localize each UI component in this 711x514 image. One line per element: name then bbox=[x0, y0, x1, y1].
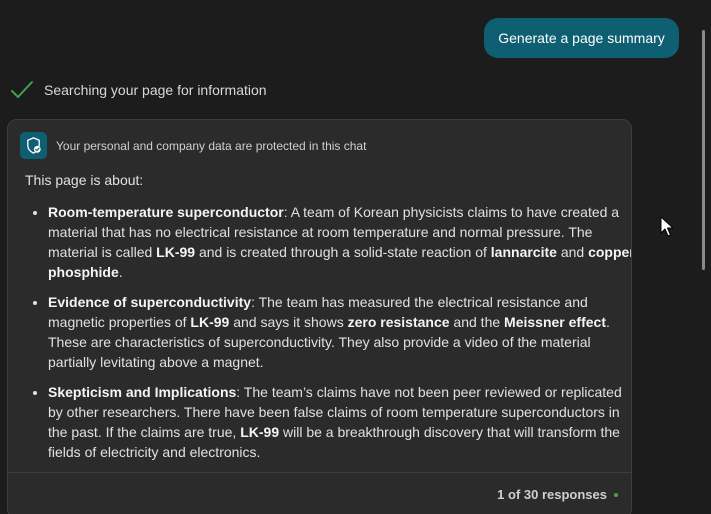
summary-item: Room-temperature superconductor: A team … bbox=[48, 202, 631, 282]
summary-bold-text: Room-temperature superconductor bbox=[48, 204, 284, 220]
chat-panel: Generate a page summary Searching your p… bbox=[0, 0, 711, 514]
user-message-bubble[interactable]: Generate a page summary bbox=[484, 18, 679, 58]
summary-text: . bbox=[118, 264, 123, 280]
summary-item: Skepticism and Implications: The team’s … bbox=[48, 382, 631, 462]
status-dot bbox=[614, 492, 618, 497]
scrollbar-thumb[interactable] bbox=[702, 30, 705, 270]
summary-bold-text: LK-99 bbox=[190, 314, 230, 330]
answer-footer: 1 of 30 responses bbox=[8, 472, 631, 514]
summary-bold-text: lannarcite bbox=[490, 244, 557, 260]
answer-card: Your personal and company data are prote… bbox=[7, 119, 632, 514]
mouse-cursor-icon bbox=[660, 216, 674, 237]
summary-text: and says it shows bbox=[229, 314, 348, 330]
summary-list: Room-temperature superconductor: A team … bbox=[25, 202, 631, 472]
shield-icon bbox=[20, 132, 47, 159]
summary-bold-text: Skepticism and Implications bbox=[48, 384, 237, 400]
response-counter-text: 1 of 30 responses bbox=[497, 487, 607, 502]
privacy-notice: Your personal and company data are prote… bbox=[20, 132, 366, 159]
summary-bold-text: Meissner effect bbox=[504, 314, 606, 330]
summary-bold-text: zero resistance bbox=[347, 314, 450, 330]
summary-text: and bbox=[556, 244, 589, 260]
user-message-text: Generate a page summary bbox=[498, 30, 665, 46]
summary-bold-text: LK-99 bbox=[156, 244, 196, 260]
summary-text: and is created through a solid-state rea… bbox=[195, 244, 491, 260]
summary-item: Evidence of superconductivity: The team … bbox=[48, 292, 631, 372]
search-status: Searching your page for information bbox=[10, 78, 267, 102]
response-counter: 1 of 30 responses bbox=[497, 487, 618, 502]
check-icon bbox=[10, 78, 34, 102]
summary-text: and the bbox=[449, 314, 505, 330]
summary-bold-text: LK-99 bbox=[240, 424, 280, 440]
answer-intro: This page is about: bbox=[25, 172, 144, 188]
privacy-notice-text: Your personal and company data are prote… bbox=[56, 138, 367, 153]
summary-bold-text: Evidence of superconductivity bbox=[48, 294, 252, 310]
search-status-text: Searching your page for information bbox=[44, 82, 267, 98]
